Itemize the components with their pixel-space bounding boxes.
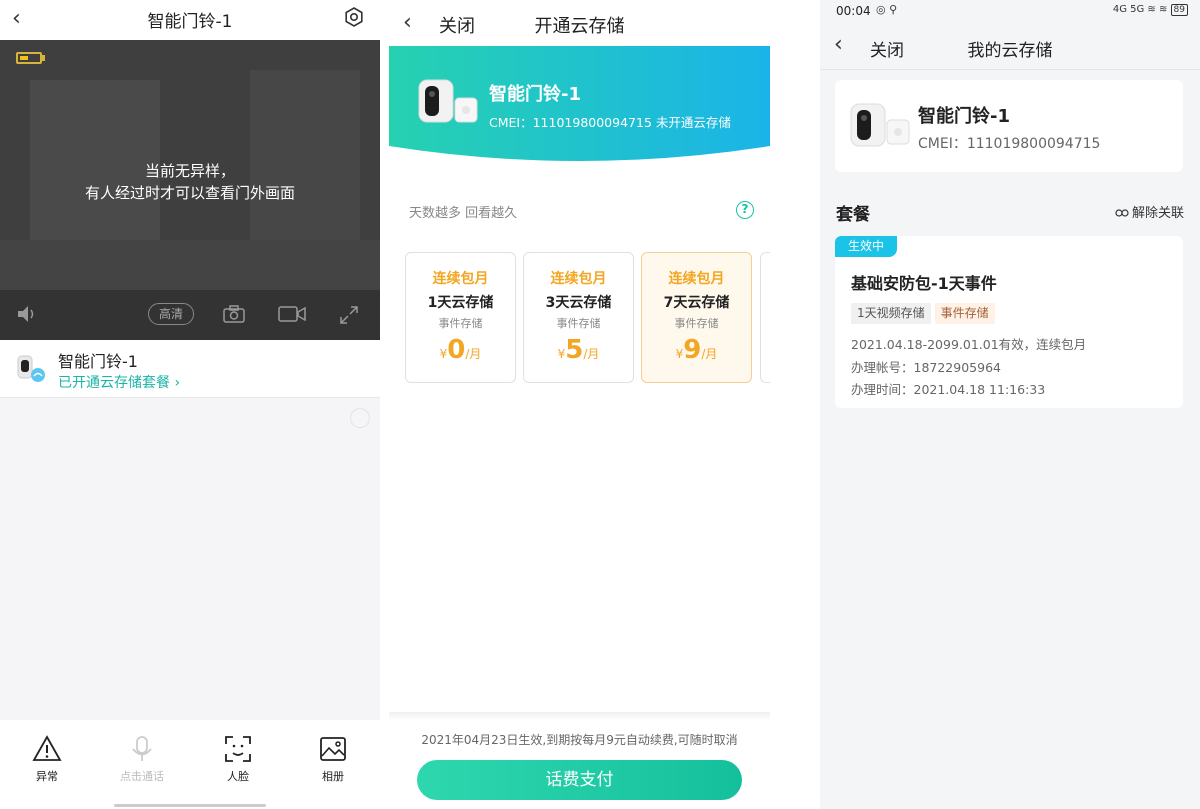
device-row[interactable]: 智能门铃-1 已开通云存储套餐 › bbox=[0, 340, 380, 398]
doorbell-camera-icon bbox=[418, 79, 478, 123]
plan-price-unit: /月 bbox=[465, 347, 482, 361]
doorbell-live-screen: ‹ 智能门铃-1 当前无异样， 有人经过时才可以查看门外画面 高清 智能门铃-1… bbox=[0, 0, 380, 809]
plan-hint: 天数越多 回看越久 bbox=[409, 206, 518, 221]
status-time: 00:04 bbox=[836, 4, 871, 18]
wifi-icon: ≋ ≋ bbox=[1147, 4, 1168, 15]
plan-tag: 1天视频存储 bbox=[851, 303, 931, 324]
device-cmei: CMEI：111019800094715 bbox=[918, 136, 1101, 152]
plan-tags: 1天视频存储 事件存储 bbox=[851, 302, 999, 324]
header: ‹ 关闭 开通云存储 bbox=[389, 0, 770, 46]
settings-icon[interactable] bbox=[344, 7, 364, 27]
network-type: 4G 5G bbox=[1112, 4, 1145, 15]
plan-type: 连续包月 bbox=[432, 271, 489, 287]
unlink-icon bbox=[1115, 209, 1129, 217]
plan-card-partial[interactable] bbox=[760, 252, 770, 383]
video-controls: 高清 bbox=[0, 290, 380, 340]
plan-price-value: 0 bbox=[447, 335, 466, 365]
video-status-message: 当前无异样， 有人经过时才可以查看门外画面 bbox=[0, 160, 380, 204]
speaker-icon[interactable] bbox=[16, 304, 38, 324]
doorbell-camera-icon bbox=[850, 103, 910, 147]
plan-days: 3天云存储 bbox=[545, 295, 612, 311]
unlink-label: 解除关联 bbox=[1131, 206, 1184, 221]
plan-name: 基础安防包-1天事件 bbox=[851, 274, 997, 293]
bottom-toolbar: 异常 点击通话 人脸 相册 bbox=[0, 720, 380, 809]
plan-validity: 2021.04.18-2099.01.01有效，连续包月 bbox=[851, 337, 1087, 352]
plan-card-selected[interactable]: 连续包月 7天云存储 事件存储 ¥9/月 bbox=[641, 252, 752, 383]
network-status: 4G 5G ≋ ≋ 89 bbox=[1112, 4, 1188, 16]
record-video-icon[interactable] bbox=[277, 304, 307, 324]
quality-toggle[interactable]: 高清 bbox=[148, 303, 194, 325]
device-name: 智能门铃-1 bbox=[489, 84, 581, 105]
plan-price: ¥9/月 bbox=[642, 335, 751, 365]
tab-label: 人脸 bbox=[227, 770, 249, 783]
battery-tip bbox=[42, 55, 45, 61]
device-name: 智能门铃-1 bbox=[58, 352, 138, 371]
header: ‹ 关闭 我的云存储 bbox=[820, 24, 1200, 70]
plan-price-unit: /月 bbox=[701, 347, 718, 361]
plan-tag: 事件存储 bbox=[934, 303, 995, 324]
plan-type: 连续包月 bbox=[668, 271, 725, 287]
plan-card: 生效中 基础安防包-1天事件 1天视频存储 事件存储 2021.04.18-209… bbox=[835, 236, 1183, 408]
overlay-line: 当前无异样， bbox=[144, 162, 235, 180]
header: ‹ 智能门铃-1 bbox=[0, 0, 380, 40]
tab-album[interactable]: 相册 bbox=[293, 734, 373, 784]
status-bar: 00:04 ◎ ⚲ 4G 5G ≋ ≋ 89 bbox=[820, 0, 1200, 24]
plan-price: ¥5/月 bbox=[524, 335, 633, 365]
warning-icon bbox=[32, 735, 62, 761]
battery-level: 89 bbox=[1170, 4, 1188, 16]
device-name: 智能门铃-1 bbox=[918, 106, 1010, 127]
plan-time: 办理时间：2021.04.18 11:16:33 bbox=[851, 382, 1046, 397]
my-cloud-storage-screen: 00:04 ◎ ⚲ 4G 5G ≋ ≋ 89 ‹ 关闭 我的云存储 智能门铃-1… bbox=[820, 0, 1200, 809]
open-cloud-storage-screen: ‹ 关闭 开通云存储 智能门铃-1 CMEI：111019800094715 未… bbox=[389, 0, 770, 809]
home-indicator bbox=[114, 804, 266, 807]
plan-price-value: 5 bbox=[565, 335, 584, 365]
plan-event: 事件存储 bbox=[438, 317, 483, 330]
live-video[interactable]: 当前无异样， 有人经过时才可以查看门外画面 高清 bbox=[0, 40, 380, 340]
device-card: 智能门铃-1 CMEI：111019800094715 bbox=[835, 80, 1183, 172]
plan-account: 办理帐号：18722905964 bbox=[851, 360, 1001, 375]
tab-label: 点击通话 bbox=[120, 770, 164, 783]
plan-type: 连续包月 bbox=[550, 271, 607, 287]
tab-talk[interactable]: 点击通话 bbox=[102, 734, 182, 784]
overlay-line: 有人经过时才可以查看门外画面 bbox=[84, 184, 295, 202]
fullscreen-icon[interactable] bbox=[338, 304, 360, 326]
video-background bbox=[0, 240, 380, 290]
pay-button[interactable]: 话费支付 bbox=[417, 760, 742, 800]
page-title: 智能门铃-1 bbox=[147, 12, 233, 32]
photo-album-icon bbox=[320, 737, 346, 761]
plan-price: ¥0/月 bbox=[406, 335, 515, 365]
faint-circle-icon bbox=[350, 408, 370, 428]
page-title: 我的云存储 bbox=[967, 41, 1053, 61]
plan-card[interactable]: 连续包月 1天云存储 事件存储 ¥0/月 bbox=[405, 252, 516, 383]
notification-icons: ◎ ⚲ bbox=[876, 3, 898, 16]
device-banner: 智能门铃-1 CMEI：111019800094715 未开通云存储 bbox=[389, 46, 770, 168]
doorbell-device-icon bbox=[17, 355, 45, 382]
tab-label: 异常 bbox=[36, 770, 58, 783]
plan-event: 事件存储 bbox=[556, 317, 601, 330]
cloud-storage-status-link[interactable]: 已开通云存储套餐 › bbox=[58, 372, 180, 392]
camera-snapshot-icon[interactable] bbox=[222, 304, 246, 324]
page-title: 开通云存储 bbox=[534, 16, 625, 37]
tab-abnormal[interactable]: 异常 bbox=[7, 734, 87, 784]
renewal-note: 2021年04月23日生效,到期按每月9元自动续费,可随时取消 bbox=[421, 733, 738, 747]
plan-price-unit: /月 bbox=[583, 347, 600, 361]
plan-price-value: 9 bbox=[683, 335, 702, 365]
tab-label: 相册 bbox=[322, 770, 344, 783]
tab-face[interactable]: 人脸 bbox=[198, 734, 278, 784]
section-title: 套餐 bbox=[836, 205, 870, 225]
face-scan-icon bbox=[225, 736, 251, 762]
help-icon[interactable]: ? bbox=[736, 201, 754, 219]
microphone-icon bbox=[132, 736, 152, 761]
battery-icon bbox=[16, 52, 42, 64]
unlink-button[interactable]: 解除关联 bbox=[1115, 202, 1184, 221]
plan-days: 1天云存储 bbox=[427, 295, 494, 311]
plan-card[interactable]: 连续包月 3天云存储 事件存储 ¥5/月 bbox=[523, 252, 634, 383]
device-cmei-status: CMEI：111019800094715 未开通云存储 bbox=[489, 115, 731, 130]
plan-event: 事件存储 bbox=[674, 317, 719, 330]
status-badge: 生效中 bbox=[835, 236, 897, 257]
footer-divider bbox=[389, 712, 770, 720]
plan-days: 7天云存储 bbox=[663, 295, 730, 311]
